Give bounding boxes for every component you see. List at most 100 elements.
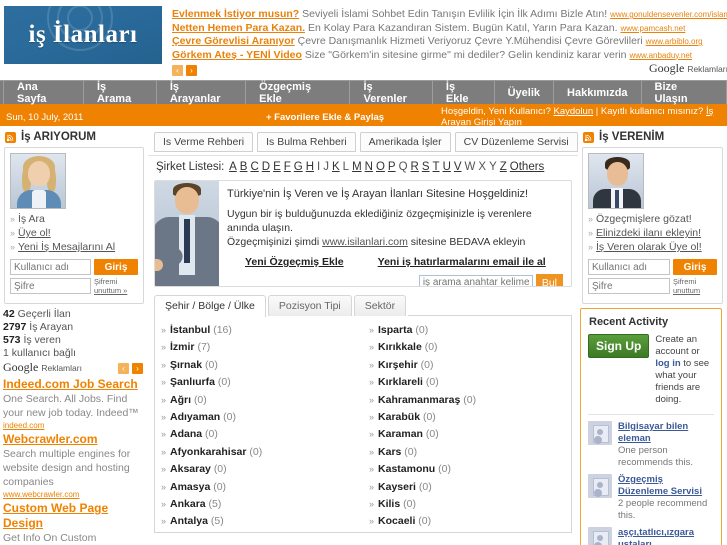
list-item[interactable]: » Karaman (0) xyxy=(369,426,571,443)
tab-amerikada-isler[interactable]: Amerikada İşler xyxy=(359,132,451,152)
activity-item[interactable]: Özgeçmiş Düzenleme Servisi 2 people reco… xyxy=(581,468,721,521)
login-link[interactable]: log in xyxy=(655,358,680,369)
link-uye-ol[interactable]: Üye ol! xyxy=(18,227,51,239)
alpha-r[interactable]: R xyxy=(411,161,419,173)
ads-prev-arrow-icon[interactable]: ‹ xyxy=(118,363,129,374)
list-item[interactable]: » İzmir (7) xyxy=(161,339,363,356)
alpha-j[interactable]: J xyxy=(323,161,329,173)
nav-item-is-arayanlar[interactable]: İş Arayanlar xyxy=(157,81,247,105)
left-text-ad[interactable]: Custom Web Page Design Get Info On Custo… xyxy=(0,499,148,545)
ad-title[interactable]: Custom Web Page Design xyxy=(3,501,142,531)
top-ad-url[interactable]: www.gonuldensevenler.com/islami xyxy=(610,10,727,19)
tab-pozisyon-tipi[interactable]: Pozisyon Tipi xyxy=(267,295,352,316)
alpha-i[interactable]: I xyxy=(317,161,320,173)
alpha-p[interactable]: P xyxy=(388,161,396,173)
city-name[interactable]: Kırklareli xyxy=(378,376,423,388)
alpha-b[interactable]: B xyxy=(240,161,248,173)
city-name[interactable]: Kilis xyxy=(378,498,400,510)
top-ad-title[interactable]: Görkem Ateş - YENİ Video xyxy=(172,49,302,61)
employer-password-input[interactable] xyxy=(588,278,670,294)
register-link[interactable]: Kaydolun xyxy=(554,106,594,117)
alpha-e[interactable]: E xyxy=(273,161,281,173)
link-ozgecmislere-gozat[interactable]: Özgeçmişlere gözat! xyxy=(596,213,692,225)
list-item[interactable]: »Ardahan (0) xyxy=(161,531,363,532)
top-ad-row[interactable]: Netten Hemen Para Kazan. En Kolay Para K… xyxy=(172,22,727,36)
top-ad-title[interactable]: Netten Hemen Para Kazan. xyxy=(172,22,305,34)
activity-item[interactable]: Bilgisayar bilen eleman One person recom… xyxy=(581,415,721,468)
list-item[interactable]: » Karabük (0) xyxy=(369,409,571,426)
city-name[interactable]: Kahramanmaraş xyxy=(378,394,460,406)
signup-button[interactable]: Sign Up xyxy=(588,334,650,358)
activity-title[interactable]: aşçı,tatlıcı,ızgara ustaları xyxy=(618,527,714,545)
nav-item-is-verenler[interactable]: İş Verenler xyxy=(350,81,433,105)
top-ad-row[interactable]: Görkem Ateş - YENİ Video Size "Görkem'in… xyxy=(172,49,727,63)
list-item[interactable]: » İş Veren olarak Üye ol! xyxy=(588,240,717,254)
alpha-c[interactable]: C xyxy=(250,161,258,173)
alpha-v[interactable]: V xyxy=(454,161,462,173)
list-item[interactable]: » Amasya (0) xyxy=(161,479,363,496)
city-name[interactable]: Karaman xyxy=(378,428,423,440)
list-item[interactable]: » Kahramanmaraş (0) xyxy=(369,392,571,409)
alpha-x[interactable]: X xyxy=(478,161,486,173)
city-name[interactable]: Karabük xyxy=(378,411,420,423)
top-ad-url[interactable]: www.pamcash.net xyxy=(620,24,685,33)
list-item[interactable]: » Kırıkkale (0) xyxy=(369,339,571,356)
link-ilan-ekle[interactable]: Elinizdeki ilanı ekleyin! xyxy=(596,227,701,239)
list-item[interactable]: »Konya (0) xyxy=(369,531,571,532)
forgot-password-link[interactable]: Şifremi unuttum » xyxy=(94,277,138,295)
cta-yeni-ozgecmis-ekle[interactable]: Yeni Özgeçmiş Ekle xyxy=(245,256,344,268)
alpha-l[interactable]: L xyxy=(343,161,349,173)
left-text-ad[interactable]: Indeed.com Job Search One Search. All Jo… xyxy=(0,375,148,430)
top-ad-title[interactable]: Evlenmek İstiyor musun? xyxy=(172,8,299,20)
ads-next-arrow-icon[interactable]: › xyxy=(186,64,197,76)
tab-sehir-bolge-ulke[interactable]: Şehir / Bölge / Ülke xyxy=(154,295,266,317)
activity-item[interactable]: aşçı,tatlıcı,ızgara ustaları One person xyxy=(581,521,721,545)
list-item[interactable]: » Kars (0) xyxy=(369,444,571,461)
left-text-ad[interactable]: Webcrawler.com Search multiple engines f… xyxy=(0,430,148,499)
logo-container[interactable]: iş İlanları xyxy=(0,0,162,80)
city-name[interactable]: Amasya xyxy=(170,481,210,493)
tab-cv-duzenleme-servisi[interactable]: CV Düzenleme Servisi xyxy=(454,132,578,152)
list-item[interactable]: » Elinizdeki ilanı ekleyin! xyxy=(588,226,717,240)
top-ad-url[interactable]: www.arbiblo.org xyxy=(646,37,703,46)
alpha-f[interactable]: F xyxy=(284,161,291,173)
ad-url[interactable]: www.webcrawler.com xyxy=(3,490,142,499)
alpha-others[interactable]: Others xyxy=(510,161,545,173)
list-item[interactable]: » Ağrı (0) xyxy=(161,392,363,409)
add-favorite-link[interactable]: + Favorilere Ekle & Paylaş xyxy=(266,112,441,123)
list-item[interactable]: » Kayseri (0) xyxy=(369,479,571,496)
employer-username-input[interactable] xyxy=(588,259,670,275)
alpha-h[interactable]: H xyxy=(306,161,314,173)
city-name[interactable]: Kars xyxy=(378,446,401,458)
jobseeker-password-input[interactable] xyxy=(10,278,91,294)
tab-sektor[interactable]: Sektör xyxy=(353,295,407,316)
top-ad-title[interactable]: Çevre Görevlisi Aranıyor xyxy=(172,35,295,47)
cta-email-hatirlatma[interactable]: Yeni iş hatırlarmalarını email ile al xyxy=(378,256,546,268)
alpha-a[interactable]: A xyxy=(229,161,237,173)
alpha-w[interactable]: W xyxy=(465,161,476,173)
nav-item-uyelik[interactable]: Üyelik xyxy=(495,81,555,104)
job-search-button[interactable]: Bul xyxy=(535,274,563,286)
alpha-d[interactable]: D xyxy=(262,161,270,173)
employer-forgot-password-link[interactable]: Şifremi unuttum xyxy=(673,277,717,295)
city-name[interactable]: Şanlıurfa xyxy=(170,376,215,388)
alpha-t[interactable]: T xyxy=(433,161,440,173)
link-yeni-is-mesajlari[interactable]: Yeni İş Mesajlarını Al xyxy=(18,241,115,253)
city-name[interactable]: Kırşehir xyxy=(378,359,418,371)
ad-title[interactable]: Indeed.com Job Search xyxy=(3,377,142,392)
list-item[interactable]: » Kilis (0) xyxy=(369,496,571,513)
alpha-k[interactable]: K xyxy=(332,161,340,173)
list-item[interactable]: » Şırnak (0) xyxy=(161,357,363,374)
tab-is-verme-rehberi[interactable]: Is Verme Rehberi xyxy=(154,132,254,152)
alpha-q[interactable]: Q xyxy=(399,161,408,173)
city-name[interactable]: Isparta xyxy=(378,324,412,336)
ads-next-arrow-icon[interactable]: › xyxy=(132,363,143,374)
list-item[interactable]: » Şanlıurfa (0) xyxy=(161,374,363,391)
alpha-y[interactable]: Y xyxy=(489,161,497,173)
list-item[interactable]: » Özgeçmişlere gözat! xyxy=(588,212,717,226)
list-item[interactable]: » Isparta (0) xyxy=(369,322,571,339)
link-is-ara[interactable]: İş Ara xyxy=(18,213,45,225)
city-name[interactable]: Kırıkkale xyxy=(378,341,422,353)
list-item[interactable]: » Antalya (5) xyxy=(161,513,363,530)
nav-item-ana-sayfa[interactable]: Ana Sayfa xyxy=(3,81,84,105)
